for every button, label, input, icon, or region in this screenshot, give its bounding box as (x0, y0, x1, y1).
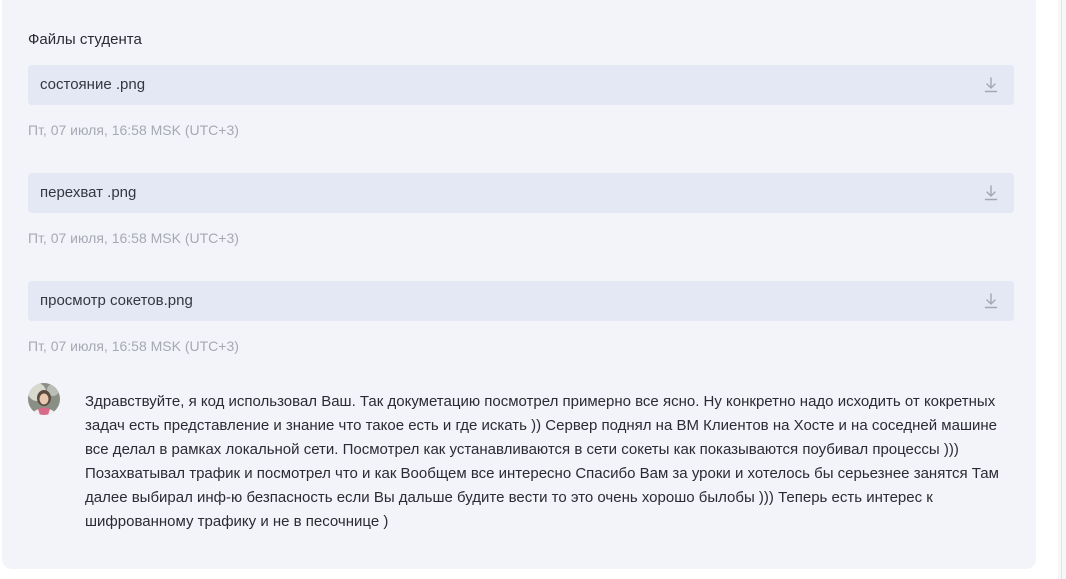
file-name: перехват .png (40, 184, 137, 201)
comment-text: Здравствуйте, я код использовал Ваш. Так… (85, 393, 999, 530)
file-row-3[interactable]: просмотр сокетов.png (28, 281, 1014, 321)
file-name: просмотр сокетов.png (40, 292, 193, 309)
section-title: Файлы студента (28, 31, 142, 48)
file-row-2[interactable]: перехват .png (28, 173, 1014, 213)
file-name: состояние .png (40, 76, 146, 93)
download-icon[interactable] (984, 77, 998, 93)
file-timestamp: Пт, 07 июля, 16:58 MSK (UTC+3) (28, 122, 239, 138)
file-timestamp: Пт, 07 июля, 16:58 MSK (UTC+3) (28, 230, 239, 246)
avatar (28, 383, 60, 415)
file-timestamp: Пт, 07 июля, 16:58 MSK (UTC+3) (28, 338, 239, 354)
file-row-1[interactable]: состояние .png (28, 65, 1014, 105)
student-files-panel: Файлы студента состояние .png Пт, 07 июл… (2, 0, 1036, 569)
download-icon[interactable] (984, 293, 998, 309)
download-icon[interactable] (984, 185, 998, 201)
scrollbar[interactable] (1058, 0, 1066, 579)
scrollbar-divider (1061, 0, 1062, 579)
avatar-image (28, 383, 60, 415)
